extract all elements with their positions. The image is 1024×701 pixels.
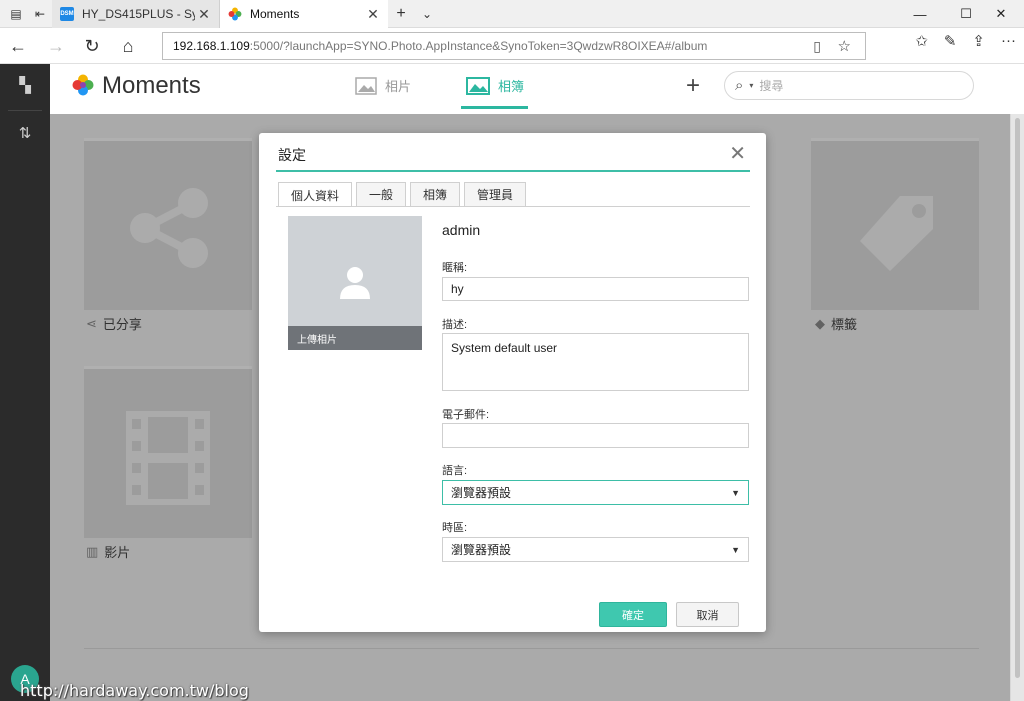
sort-icon[interactable]: ⇅: [14, 122, 36, 144]
refresh-icon[interactable]: ↻: [80, 34, 104, 58]
url-field[interactable]: 192.168.1.109:5000/?launchApp=SYNO.Photo…: [162, 32, 866, 60]
reading-view-icon[interactable]: ▯: [813, 38, 821, 55]
browser-tab-moments[interactable]: Moments ✕: [220, 0, 388, 28]
chevron-down-icon[interactable]: ▾: [749, 81, 753, 90]
left-rail: ▚ ⇅ A: [0, 64, 50, 701]
window-close-button[interactable]: ✕: [978, 0, 1024, 28]
cancel-button[interactable]: 取消: [676, 602, 739, 627]
search-input[interactable]: ⌕ ▾ 搜尋: [724, 71, 974, 100]
tab-divider: [276, 206, 750, 207]
home-icon[interactable]: ⌂: [116, 34, 140, 58]
user-icon: [340, 267, 370, 299]
photo-icon: [355, 76, 377, 95]
app-header: Moments 相片 相簿 + ⌕ ▾ 搜尋: [50, 64, 1024, 114]
description-field[interactable]: System default user: [442, 333, 749, 391]
watermark-text: http://hardaway.com.tw/blog: [20, 681, 249, 700]
tab-title: HY_DS415PLUS - Synology I: [82, 7, 195, 21]
close-icon[interactable]: ✕: [195, 6, 213, 23]
nickname-field[interactable]: hy: [442, 277, 749, 301]
share-page-icon[interactable]: ⇪: [972, 32, 985, 50]
close-icon[interactable]: ✕: [364, 6, 382, 23]
more-menu-icon[interactable]: ···: [1001, 32, 1016, 50]
browser-tab-bar: ▤ ⇤ DSM HY_DS415PLUS - Synology I ✕ Mome…: [0, 0, 1024, 28]
timezone-value: 瀏覽器預設: [451, 543, 512, 557]
album-icon: [466, 76, 490, 95]
rail-divider: [8, 110, 42, 111]
nickname-label: 暱稱:: [442, 262, 468, 274]
set-aside-tabs-icon[interactable]: ⇤: [32, 6, 48, 22]
chevron-down-icon: ▼: [731, 487, 740, 498]
main-menu-icon[interactable]: ▚: [14, 74, 36, 96]
forward-arrow-icon[interactable]: →: [44, 34, 68, 58]
url-host: 192.168.1.109: [173, 39, 250, 53]
active-tab-indicator: [461, 106, 528, 109]
email-field[interactable]: [442, 423, 749, 448]
description-label: 描述:: [442, 319, 468, 331]
url-path: :5000/?launchApp=SYNO.Photo.AppInstance&…: [249, 39, 708, 53]
timezone-label: 時區:: [442, 522, 468, 534]
tab-albums-label: 相簿: [498, 79, 525, 94]
tab-actions-icon[interactable]: ▤: [8, 6, 24, 22]
language-value: 瀏覽器預設: [451, 486, 512, 500]
dialog-title: 設定: [278, 147, 306, 163]
ok-button[interactable]: 確定: [599, 602, 667, 627]
add-button[interactable]: +: [686, 72, 700, 100]
tab-albums[interactable]: 相簿: [466, 76, 524, 95]
browser-tab-dsm[interactable]: DSM HY_DS415PLUS - Synology I ✕: [52, 0, 220, 28]
favorites-hub-icon[interactable]: ✩: [915, 32, 928, 50]
language-select[interactable]: 瀏覽器預設 ▼: [442, 480, 749, 505]
close-icon[interactable]: ✕: [729, 141, 746, 166]
email-label: 電子郵件:: [442, 409, 490, 421]
search-icon[interactable]: ⌕: [735, 77, 743, 94]
new-tab-plus-icon[interactable]: +: [393, 5, 409, 22]
language-label: 語言:: [442, 465, 468, 477]
moments-logo-icon: [72, 74, 94, 96]
upload-photo-button[interactable]: 上傳相片: [288, 326, 422, 350]
back-arrow-icon[interactable]: ←: [6, 34, 30, 58]
settings-dialog: 設定 ✕ 個人資料 一般 相簿 管理員 上傳相片 admin 暱稱: hy 描述…: [259, 133, 766, 632]
notes-pen-icon[interactable]: ✎: [944, 32, 957, 50]
vertical-scrollbar[interactable]: [1010, 114, 1024, 701]
tab-albums[interactable]: 相簿: [410, 182, 461, 206]
moments-logo-icon: [228, 7, 242, 21]
browser-toolbar: ✩ ✎ ⇪ ···: [915, 32, 1016, 50]
dsm-favicon-icon: DSM: [60, 7, 74, 21]
tab-photos[interactable]: 相片: [355, 76, 411, 95]
profile-photo[interactable]: 上傳相片: [288, 216, 422, 350]
search-placeholder: 搜尋: [759, 79, 784, 93]
username: admin: [442, 222, 481, 238]
tab-admin[interactable]: 管理員: [464, 182, 527, 206]
tab-photos-label: 相片: [385, 79, 412, 94]
timezone-select[interactable]: 瀏覽器預設 ▼: [442, 537, 749, 562]
address-bar: ← → ↻ ⌂ 192.168.1.109:5000/?launchApp=SY…: [0, 28, 1024, 64]
dialog-header-divider: [276, 170, 750, 172]
app-title: Moments: [102, 72, 201, 99]
tab-profile[interactable]: 個人資料: [278, 182, 353, 207]
dialog-tabs: 個人資料 一般 相簿 管理員: [278, 182, 530, 207]
minimize-button[interactable]: —: [897, 0, 943, 28]
chevron-down-icon[interactable]: ⌄: [419, 6, 435, 22]
tab-title: Moments: [250, 7, 300, 21]
chevron-down-icon: ▼: [731, 544, 740, 555]
favorite-star-icon[interactable]: ☆: [838, 37, 851, 55]
tab-general[interactable]: 一般: [356, 182, 407, 206]
